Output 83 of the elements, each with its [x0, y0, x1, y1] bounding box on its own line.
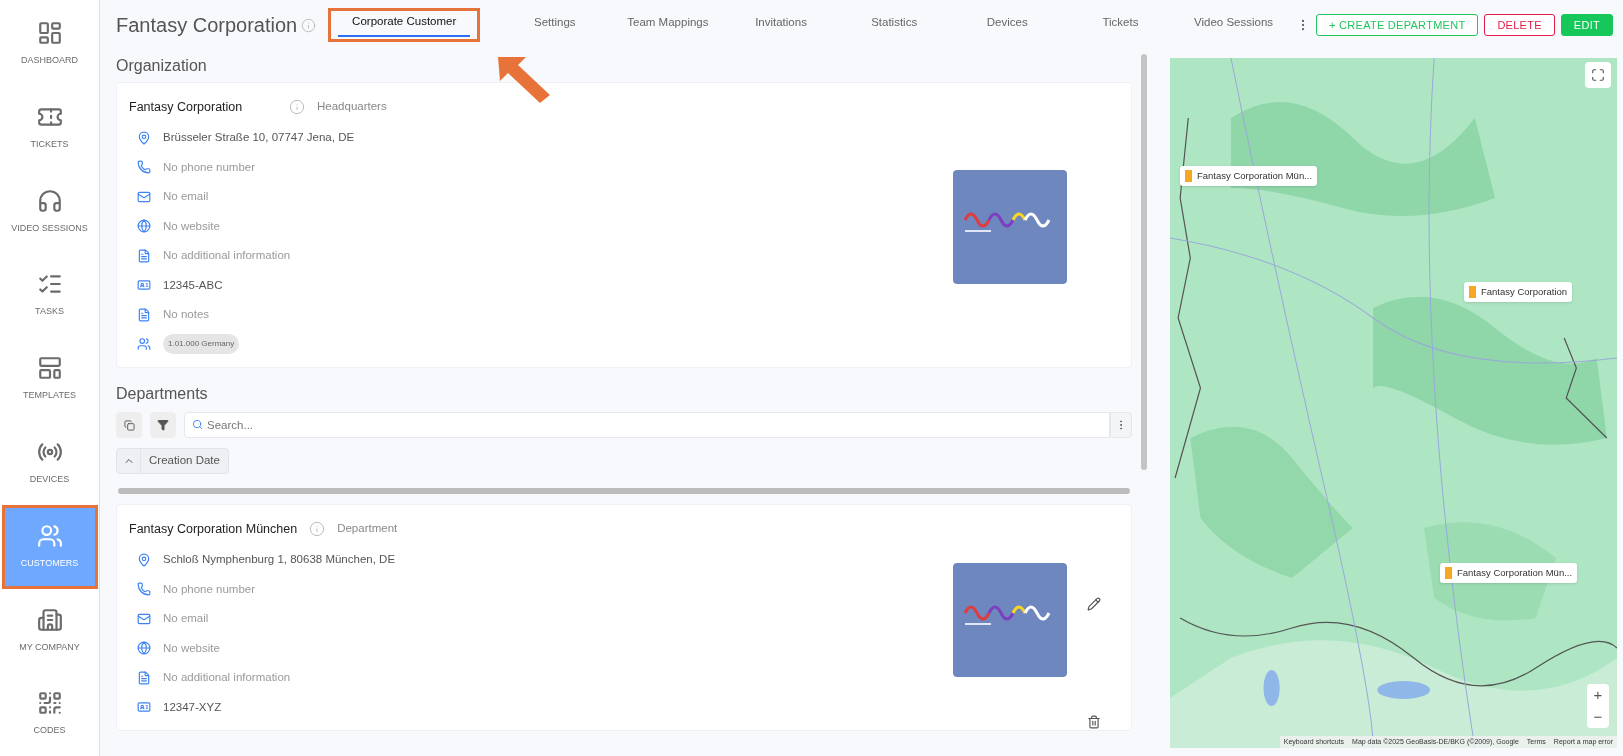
website-icon	[137, 641, 151, 656]
email-icon	[137, 611, 151, 626]
detail-text: Schloß Nymphenburg 1, 80638 München, DE	[163, 552, 396, 568]
address-icon	[137, 130, 151, 145]
vertical-scrollbar[interactable]	[1141, 54, 1147, 470]
sidebar-item[interactable]: DEVICES	[1, 420, 98, 505]
section-heading: Departments	[116, 384, 208, 404]
fullscreen-button[interactable]	[1585, 62, 1611, 88]
people-icon	[36, 522, 63, 549]
map-marker[interactable]: Fantasy Corporation Mün...	[1180, 166, 1318, 186]
tab[interactable]: Video Sessions	[1176, 8, 1291, 42]
filter-icon	[157, 419, 169, 431]
detail-text: No phone number	[163, 581, 256, 597]
detail-text: No notes	[163, 307, 210, 323]
marker-flag-icon	[1469, 286, 1476, 298]
tab[interactable]: Statistics	[837, 8, 951, 42]
marker-flag-icon	[1185, 170, 1192, 182]
zoom-out-button[interactable]: −	[1587, 706, 1609, 728]
info-icon[interactable]	[289, 99, 305, 115]
page-title: Fantasy Corporation	[116, 13, 298, 38]
tag-chip: 1.01.000 Germany	[163, 334, 240, 355]
phone-icon	[137, 160, 151, 175]
action-button[interactable]: DELETE	[1484, 14, 1555, 36]
card-title: Fantasy Corporation München	[129, 520, 298, 538]
tab[interactable]: Invitations	[724, 8, 838, 42]
id-icon	[137, 700, 151, 715]
search-field[interactable]: Search...	[184, 412, 1110, 438]
notes-icon	[137, 307, 151, 322]
sidebar-item[interactable]: DASHBOARD	[1, 2, 98, 86]
address-icon	[137, 552, 151, 567]
dashboard-icon	[36, 20, 63, 47]
map-marker[interactable]: Fantasy Corporation	[1464, 282, 1573, 302]
arrow-drawing	[498, 57, 550, 103]
sidebar-item[interactable]: MY COMPANY	[1, 588, 98, 673]
tag-icon	[137, 337, 151, 352]
detail-text: No additional information	[163, 248, 291, 264]
sidebar-item[interactable]: CODES	[1, 672, 98, 756]
detail-text: No website	[163, 640, 220, 656]
sort-chip[interactable]: Creation Date	[116, 448, 229, 474]
tab[interactable]: Devices	[950, 8, 1064, 42]
delete-icon[interactable]	[1087, 715, 1101, 729]
info-icon	[137, 670, 151, 685]
card-type: Headquarters	[317, 99, 387, 115]
info-icon[interactable]	[301, 17, 317, 33]
tab[interactable]: Tickets	[1063, 8, 1177, 42]
sidebar-item[interactable]: TEMPLATES	[1, 337, 98, 421]
card-type: Department	[337, 521, 398, 537]
zoom-in-button[interactable]: +	[1587, 684, 1609, 706]
email-icon	[137, 189, 151, 204]
headset-icon	[36, 187, 63, 214]
search-icon	[192, 419, 203, 430]
detail-text: No website	[163, 218, 220, 234]
info-icon	[137, 248, 151, 263]
info-icon[interactable]	[309, 521, 326, 537]
copy-icon	[123, 419, 135, 431]
detail-text: 12345-ABC	[163, 277, 223, 293]
copy-button[interactable]	[116, 412, 142, 438]
marker-flag-icon	[1445, 567, 1452, 579]
qr-code-icon	[36, 690, 63, 717]
detail-text: Brüsseler Straße 10, 07747 Jena, DE	[163, 130, 355, 146]
sidebar-item[interactable]: VIDEO SESSIONS	[1, 169, 98, 254]
filter-button[interactable]	[150, 412, 176, 438]
detail-text: No email	[163, 611, 209, 627]
detail-text: No phone number	[163, 159, 256, 175]
detail-text: 12347-XYZ	[163, 699, 222, 715]
detail-text: No additional information	[163, 670, 291, 686]
id-icon	[137, 278, 151, 293]
horizontal-scrollbar[interactable]	[118, 488, 1130, 494]
edit-icon[interactable]	[1087, 597, 1101, 611]
sidebar-item[interactable]: TICKETS	[1, 85, 98, 170]
fullscreen-icon	[1591, 68, 1605, 82]
map-marker[interactable]: Fantasy Corporation Mün...	[1440, 563, 1578, 583]
tab[interactable]: Corporate Customer	[328, 8, 481, 42]
phone-icon	[137, 582, 151, 597]
building-icon	[36, 606, 63, 633]
tab[interactable]: Settings	[498, 8, 612, 42]
website-icon	[137, 219, 151, 234]
tab[interactable]: Team Mappings	[611, 8, 725, 42]
card-title: Fantasy Corporation	[129, 98, 244, 116]
template-icon	[36, 355, 63, 382]
section-heading: Organization	[116, 56, 207, 76]
detail-text: No email	[163, 189, 209, 205]
sidebar-item[interactable]: TASKS	[1, 253, 98, 338]
